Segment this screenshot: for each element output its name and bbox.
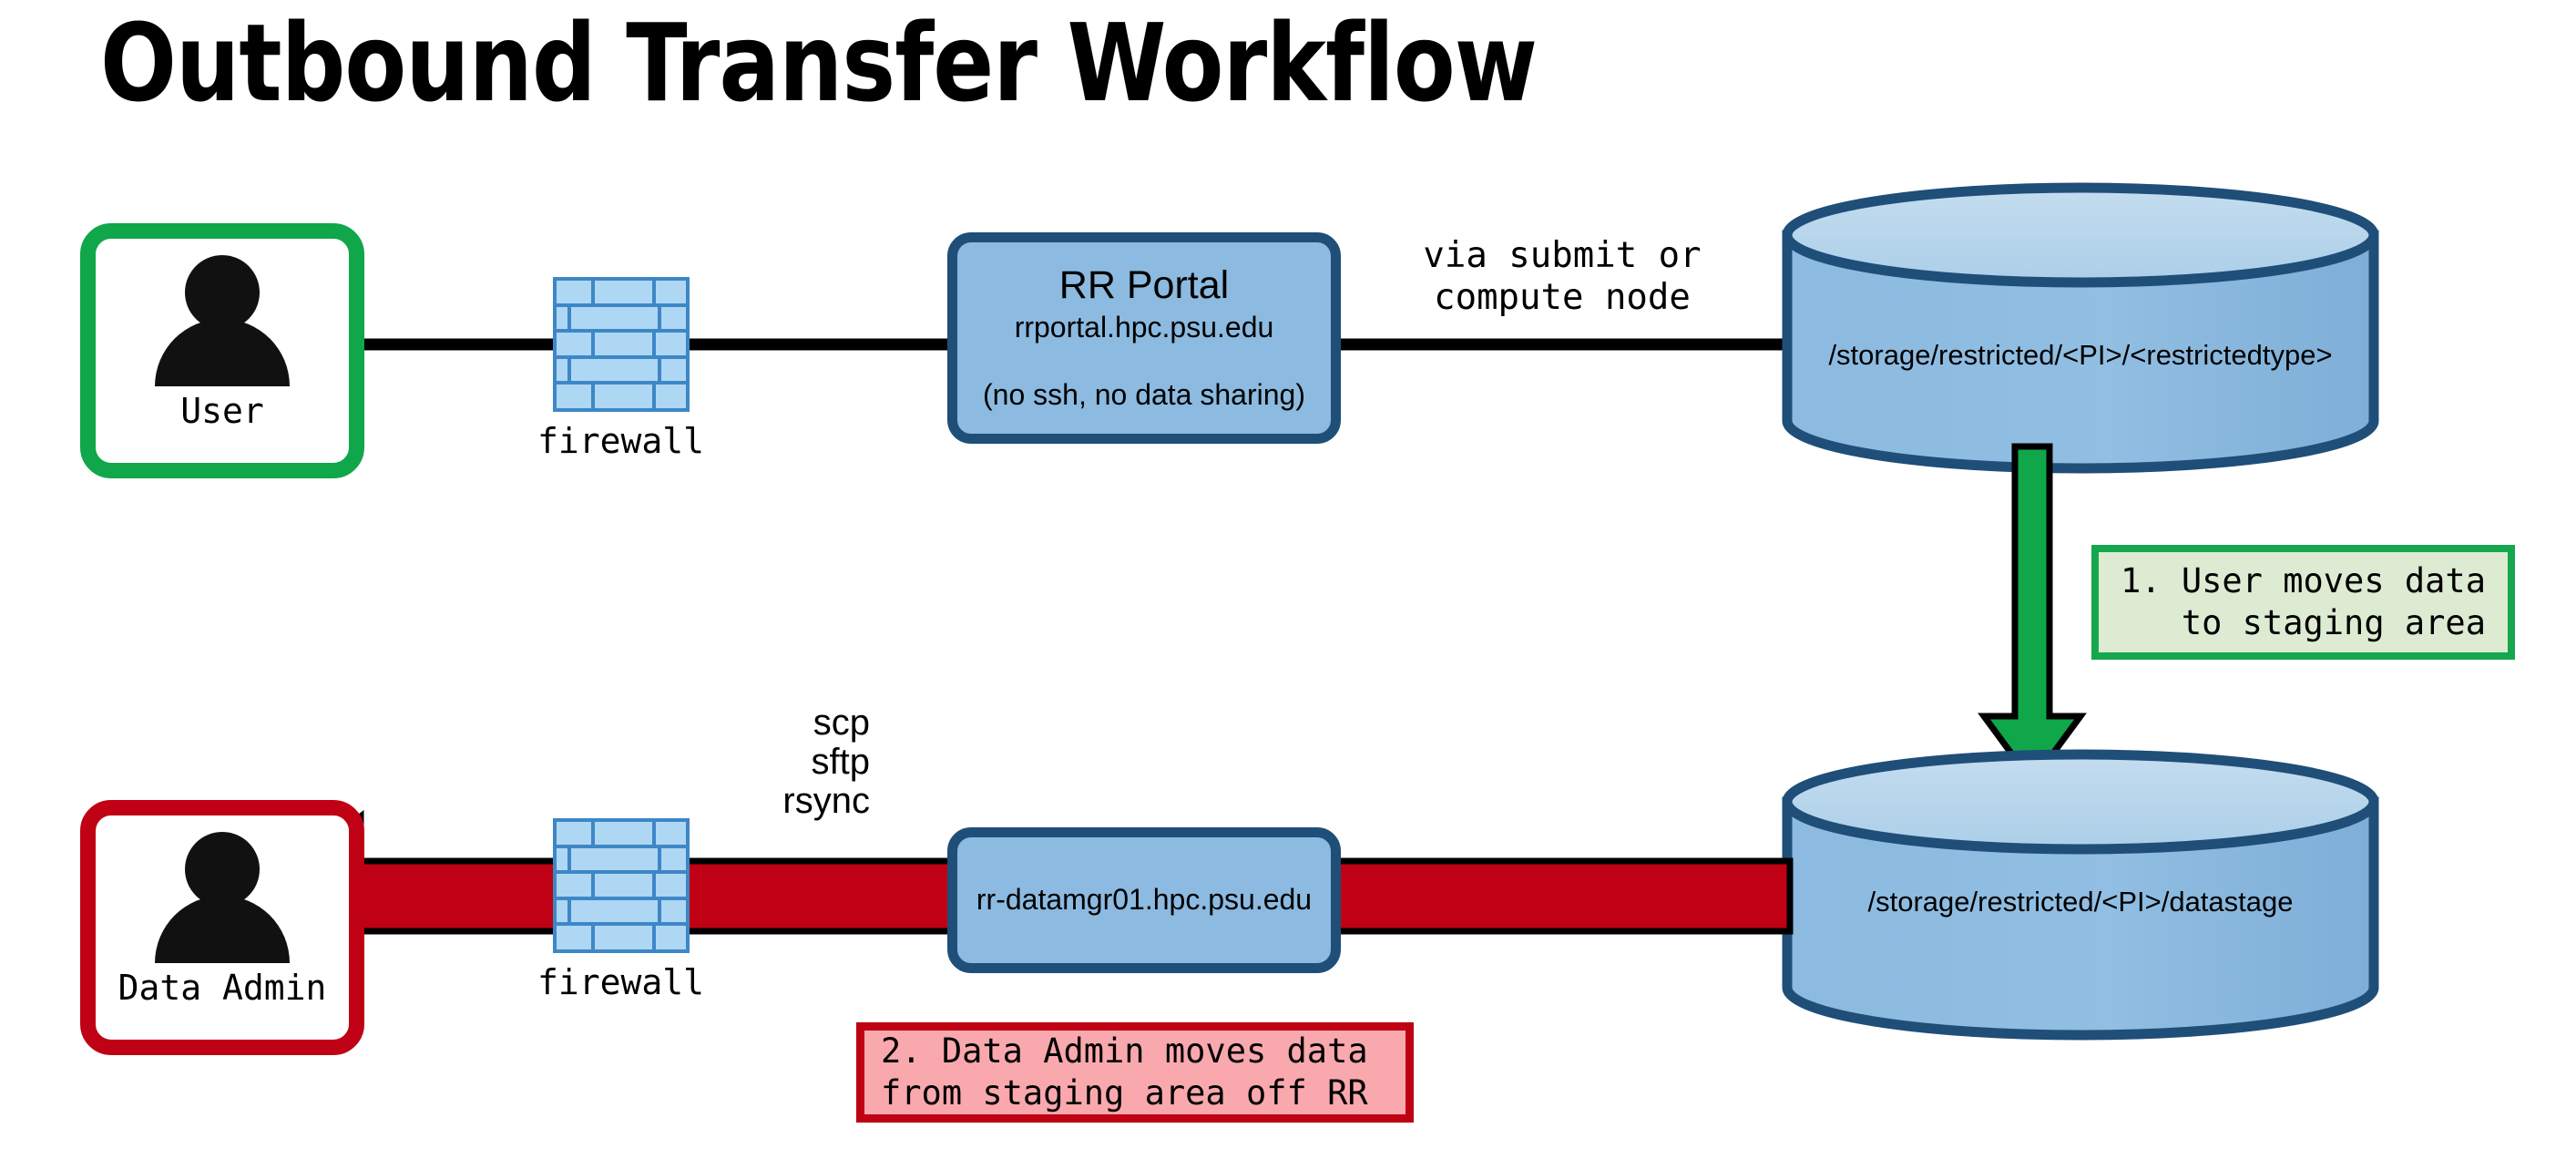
edge-label-via-node: via submit or compute node — [1423, 235, 1702, 319]
firewall-top-label: firewall — [537, 421, 705, 461]
person-icon — [148, 832, 297, 969]
storage-restricted-cylinder — [1782, 182, 2379, 474]
node-rr-datamgr[interactable]: rr-datamgr01.hpc.psu.edu — [947, 827, 1341, 973]
rr-portal-note: (no ssh, no data sharing) — [983, 377, 1305, 411]
rr-datamgr-host: rr-datamgr01.hpc.psu.edu — [976, 883, 1313, 917]
firewall-top: firewall — [537, 277, 704, 461]
firewall-bottom: firewall — [537, 818, 704, 1002]
person-icon — [148, 255, 297, 392]
callout-step-1: 1. User moves data to staging area — [2091, 545, 2515, 660]
actor-user-box[interactable]: User — [80, 223, 364, 478]
actor-data-admin-box[interactable]: Data Admin — [80, 800, 364, 1055]
node-rr-portal[interactable]: RR Portal rrportal.hpc.psu.edu (no ssh, … — [947, 232, 1341, 444]
green-transfer-arrow — [1978, 443, 2087, 787]
callout-step-2: 2. Data Admin moves data from staging ar… — [856, 1022, 1414, 1123]
person-body-icon — [155, 896, 290, 963]
page-title: Outbound Transfer Workflow — [100, 0, 1538, 126]
person-body-icon — [155, 319, 290, 386]
actor-data-admin-label: Data Admin — [118, 968, 327, 1008]
edge-label-protocols: scp sftp rsync — [782, 703, 870, 822]
brick-wall-icon — [552, 818, 690, 953]
brick-wall-icon — [552, 277, 690, 412]
storage-datastage-label: /storage/restricted/<PI>/datastage — [1867, 886, 2294, 918]
rr-portal-host: rrportal.hpc.psu.edu — [1014, 311, 1274, 344]
rr-portal-title: RR Portal — [1058, 263, 1230, 308]
storage-restricted-label: /storage/restricted/<PI>/<restrictedtype… — [1828, 339, 2333, 371]
actor-user-label: User — [180, 391, 264, 431]
diagram-canvas: Outbound Transfer Workflow User firewall… — [0, 0, 2576, 1159]
firewall-bottom-label: firewall — [537, 962, 705, 1002]
